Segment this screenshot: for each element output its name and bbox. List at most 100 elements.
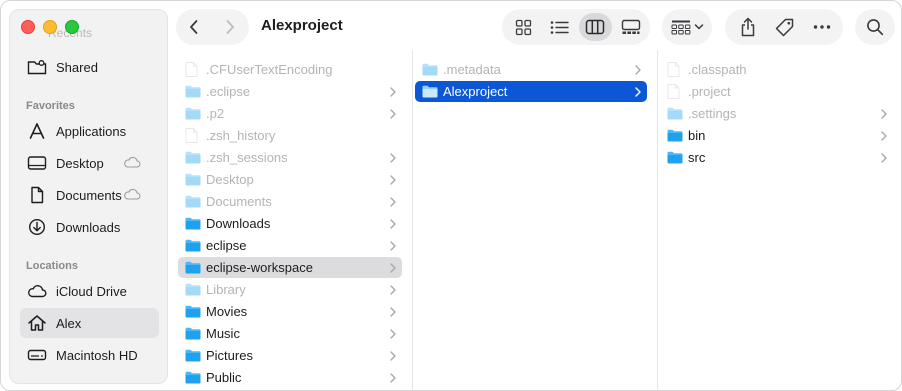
column-view-button[interactable] (578, 13, 613, 41)
share-icon (741, 17, 754, 37)
home-icon (27, 314, 47, 332)
chevron-right-icon (388, 328, 398, 339)
folder-row[interactable]: bin (660, 125, 893, 146)
folder-row[interactable]: Downloads (178, 213, 402, 234)
search-button[interactable] (855, 9, 895, 45)
sidebar-item-label: Macintosh HD (56, 347, 138, 363)
file-icon (667, 62, 683, 77)
sidebar-item-desktop[interactable]: Desktop (20, 148, 159, 178)
gallery-view-button[interactable] (614, 13, 648, 41)
sidebar-item-label: Shared (56, 59, 98, 75)
forward-button[interactable] (212, 9, 248, 45)
folder-row[interactable]: Documents (178, 191, 402, 212)
sidebar-item-alex[interactable]: Alex (20, 308, 159, 338)
file-row[interactable]: .CFUserTextEncoding (178, 59, 402, 80)
folder-row[interactable]: Music (178, 323, 402, 344)
shared-folder-icon (27, 58, 47, 76)
chevron-right-icon (879, 108, 889, 119)
desktop-icon (27, 154, 47, 172)
chevron-right-icon (879, 130, 889, 141)
file-row[interactable]: .classpath (660, 59, 893, 80)
sidebar: Recents Shared Favorites Applications De… (9, 9, 168, 384)
close-window-button[interactable] (21, 20, 35, 34)
browser-column-3[interactable]: .classpath .project .settings bin src (658, 50, 901, 390)
folder-row[interactable]: src (660, 147, 893, 168)
item-name: .CFUserTextEncoding (206, 62, 333, 77)
group-by-button[interactable] (662, 9, 712, 45)
window-controls (21, 20, 79, 34)
icloud-status-icon (123, 188, 141, 203)
icon-view-button[interactable] (507, 13, 541, 41)
folder-row[interactable]: Movies (178, 301, 402, 322)
icloud-status-icon (123, 156, 141, 171)
folder-row[interactable]: .zsh_sessions (178, 147, 402, 168)
file-row[interactable]: .zsh_history (178, 125, 402, 146)
item-name: .settings (688, 106, 737, 121)
list-view-button[interactable] (543, 13, 577, 41)
folder-row[interactable]: Library (178, 279, 402, 300)
zoom-window-button[interactable] (65, 20, 79, 34)
browser-column-2[interactable]: .metadata Alexproject (413, 50, 657, 390)
folder-row[interactable]: Alexproject (415, 81, 647, 102)
folder-row[interactable]: .p2 (178, 103, 402, 124)
minimize-window-button[interactable] (43, 20, 57, 34)
item-name: eclipse (206, 238, 247, 253)
document-icon (27, 186, 47, 204)
file-icon (185, 62, 201, 77)
chevron-right-icon (388, 350, 398, 361)
folder-icon (667, 151, 683, 165)
folder-icon (422, 63, 438, 77)
sidebar-item-downloads[interactable]: Downloads (20, 212, 159, 242)
locations-section-title: Locations (26, 260, 78, 272)
sidebar-item-icloud-drive[interactable]: iCloud Drive (20, 276, 159, 306)
search-icon (867, 19, 884, 36)
sidebar-item-documents[interactable]: Documents (20, 180, 159, 210)
navigation-buttons (176, 9, 249, 45)
file-icon (667, 84, 683, 99)
finder-window: Recents Shared Favorites Applications De… (0, 0, 902, 391)
chevron-right-icon (388, 86, 398, 97)
file-row[interactable]: .project (660, 81, 893, 102)
item-name: Music (206, 326, 240, 341)
chevron-right-icon (388, 372, 398, 383)
item-name: bin (688, 128, 706, 143)
folder-row[interactable]: .eclipse (178, 81, 402, 102)
item-name: Public (206, 370, 242, 385)
chevron-right-icon (388, 240, 398, 251)
sidebar-item-macintosh-hd[interactable]: Macintosh HD (20, 340, 159, 370)
item-name: src (688, 150, 706, 165)
folder-icon (667, 107, 683, 121)
folder-row[interactable]: Public (178, 367, 402, 388)
folder-icon (667, 129, 683, 143)
folder-row[interactable]: eclipse-workspace (178, 257, 402, 278)
folder-icon (422, 85, 438, 99)
gallery-icon (621, 19, 641, 34)
sidebar-item-applications[interactable]: Applications (20, 116, 159, 146)
file-icon (185, 128, 201, 143)
browser-column-1[interactable]: .CFUserTextEncoding .eclipse .p2 .zsh_histo… (176, 50, 412, 390)
item-name: .classpath (688, 62, 747, 77)
tag-button[interactable] (766, 9, 803, 45)
folder-row[interactable]: Desktop (178, 169, 402, 190)
favorites-section-title: Favorites (26, 100, 75, 112)
chevron-right-icon (388, 218, 398, 229)
sidebar-item-label: iCloud Drive (56, 283, 127, 299)
tag-icon (775, 18, 794, 36)
folder-row[interactable]: .settings (660, 103, 893, 124)
folder-icon (185, 305, 201, 319)
chevron-right-icon (388, 262, 398, 273)
item-name: .eclipse (206, 84, 251, 99)
folder-row[interactable]: Pictures (178, 345, 402, 366)
sidebar-item-shared[interactable]: Shared (20, 52, 159, 82)
list-icon (550, 20, 569, 34)
sidebar-item-label: Desktop (56, 155, 104, 171)
chevron-down-icon (694, 24, 703, 30)
ellipsis-icon (813, 25, 830, 29)
folder-row[interactable]: eclipse (178, 235, 402, 256)
folder-row[interactable]: .metadata (415, 59, 647, 80)
chevron-right-icon (879, 152, 889, 163)
back-button[interactable] (176, 9, 212, 45)
more-actions-button[interactable] (803, 9, 840, 45)
view-mode-switcher (502, 9, 650, 45)
share-button[interactable] (729, 9, 766, 45)
